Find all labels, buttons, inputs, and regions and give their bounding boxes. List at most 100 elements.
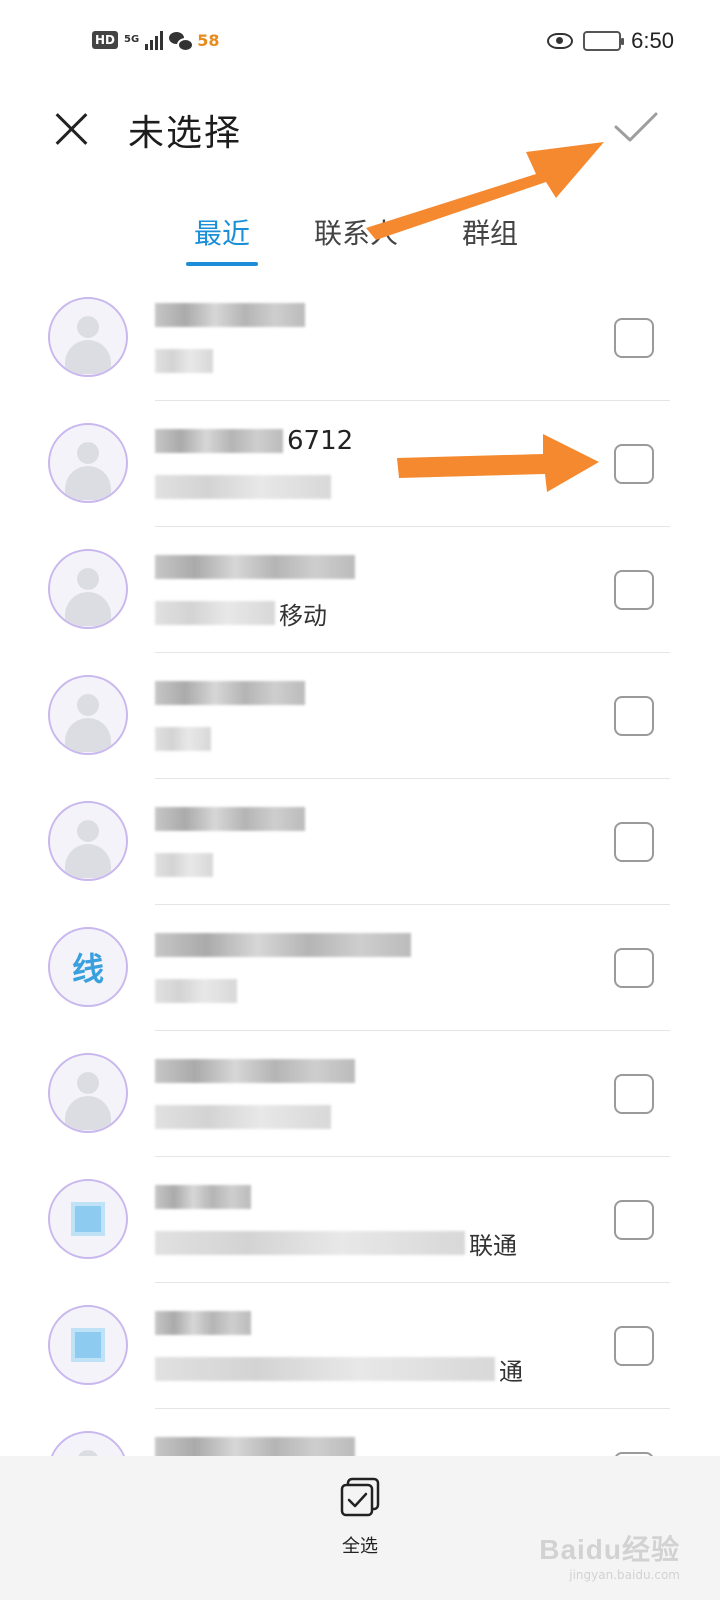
avatar (48, 675, 128, 755)
select-checkbox[interactable] (614, 444, 654, 484)
contact-sub (155, 977, 237, 1005)
contact-sub: 联通 (155, 1229, 517, 1260)
wechat-icon (169, 30, 195, 52)
watermark-url: jingyan.baidu.com (569, 1568, 680, 1582)
blurred-text (155, 807, 305, 831)
contact-sub-visible: 移动 (279, 601, 327, 630)
select-all-icon (340, 1477, 380, 1517)
person-icon (65, 1072, 111, 1130)
watermark-logo: Baidu经验 (539, 1534, 680, 1565)
list-item[interactable]: 联通 (0, 1157, 720, 1283)
person-icon (65, 820, 111, 878)
contact-name (155, 1057, 355, 1085)
contact-name (155, 679, 305, 707)
contact-sub-visible: 通 (499, 1357, 523, 1386)
contact-name (155, 931, 411, 959)
select-checkbox[interactable] (614, 1200, 654, 1240)
blurred-text (155, 853, 213, 877)
avatar (48, 1305, 128, 1385)
select-checkbox[interactable] (614, 822, 654, 862)
status-bar: HD 5G 58 6:50 (0, 0, 720, 90)
person-icon (65, 694, 111, 752)
check-icon (614, 112, 658, 142)
contact-name: 6712 (155, 426, 354, 456)
list-item[interactable]: 线 (0, 905, 720, 1031)
blurred-text (155, 681, 305, 705)
avatar (48, 801, 128, 881)
status-bar-right: 6:50 (547, 28, 674, 54)
blurred-text (155, 303, 305, 327)
contact-sub (155, 473, 331, 501)
avatar (48, 1053, 128, 1133)
list-item[interactable] (0, 779, 720, 905)
close-icon[interactable] (48, 104, 96, 152)
person-icon (65, 442, 111, 500)
blurred-text (155, 1105, 331, 1129)
blurred-text (155, 349, 213, 373)
app58-icon: 58 (197, 30, 220, 50)
hd-icon: HD (92, 31, 119, 49)
blurred-text (155, 1311, 251, 1335)
blurred-text (155, 429, 283, 453)
select-checkbox[interactable] (614, 570, 654, 610)
page-title: 未选择 (128, 113, 243, 154)
select-checkbox[interactable] (614, 1326, 654, 1366)
contact-sub: 通 (155, 1355, 523, 1386)
contact-sub (155, 1103, 331, 1131)
blurred-text (155, 933, 411, 957)
contact-name (155, 805, 305, 833)
blurred-text (155, 1231, 465, 1255)
signal-icon (145, 30, 164, 50)
network-type-label: 5G (124, 34, 140, 45)
square-avatar-icon (71, 1202, 105, 1236)
blurred-text (155, 1357, 495, 1381)
contact-name (155, 1309, 251, 1337)
square-avatar-icon (71, 1328, 105, 1362)
avatar (48, 423, 128, 503)
status-bar-left: HD 5G 58 (92, 30, 220, 52)
bottom-bar: 全选 Baidu经验 jingyan.baidu.com (0, 1456, 720, 1600)
contact-name (155, 553, 355, 581)
select-all-label: 全选 (342, 1536, 378, 1557)
list-item[interactable] (0, 653, 720, 779)
avatar (48, 297, 128, 377)
blurred-text (155, 727, 211, 751)
clock: 6:50 (631, 28, 674, 53)
blurred-text (155, 979, 237, 1003)
blurred-text (155, 1059, 355, 1083)
contact-name (155, 1183, 251, 1211)
contact-sub-visible: 联通 (469, 1231, 517, 1260)
blurred-text (155, 1185, 251, 1209)
select-checkbox[interactable] (614, 1074, 654, 1114)
blurred-text (155, 601, 275, 625)
avatar-initial: 线 (71, 950, 104, 988)
list-item[interactable]: 移动 (0, 527, 720, 653)
contact-sub (155, 851, 213, 879)
annotation-arrow-checkbox (397, 434, 599, 492)
list-item[interactable] (0, 275, 720, 401)
annotation-arrow-confirm (366, 142, 604, 240)
contact-list: 6712 移动 线 联通 通 (0, 275, 720, 1535)
avatar (48, 549, 128, 629)
eye-icon (547, 33, 574, 49)
list-item[interactable] (0, 1031, 720, 1157)
avatar: 线 (48, 927, 128, 1007)
watermark: Baidu经验 jingyan.baidu.com (539, 1528, 680, 1582)
tab-recent[interactable]: 最近 (180, 212, 264, 266)
confirm-button[interactable] (610, 100, 662, 152)
list-item[interactable]: 6712 (0, 401, 720, 527)
select-checkbox[interactable] (614, 696, 654, 736)
list-item[interactable]: 通 (0, 1283, 720, 1409)
contact-name-visible: 6712 (287, 426, 354, 456)
contact-sub (155, 725, 211, 753)
contact-name (155, 301, 305, 329)
blurred-text (155, 475, 331, 499)
contact-sub (155, 347, 213, 375)
battery-icon (583, 31, 625, 51)
blurred-text (155, 555, 355, 579)
select-all-button[interactable]: 全选 (320, 1476, 400, 1558)
contact-sub: 移动 (155, 599, 327, 630)
select-checkbox[interactable] (614, 318, 654, 358)
select-checkbox[interactable] (614, 948, 654, 988)
avatar (48, 1179, 128, 1259)
